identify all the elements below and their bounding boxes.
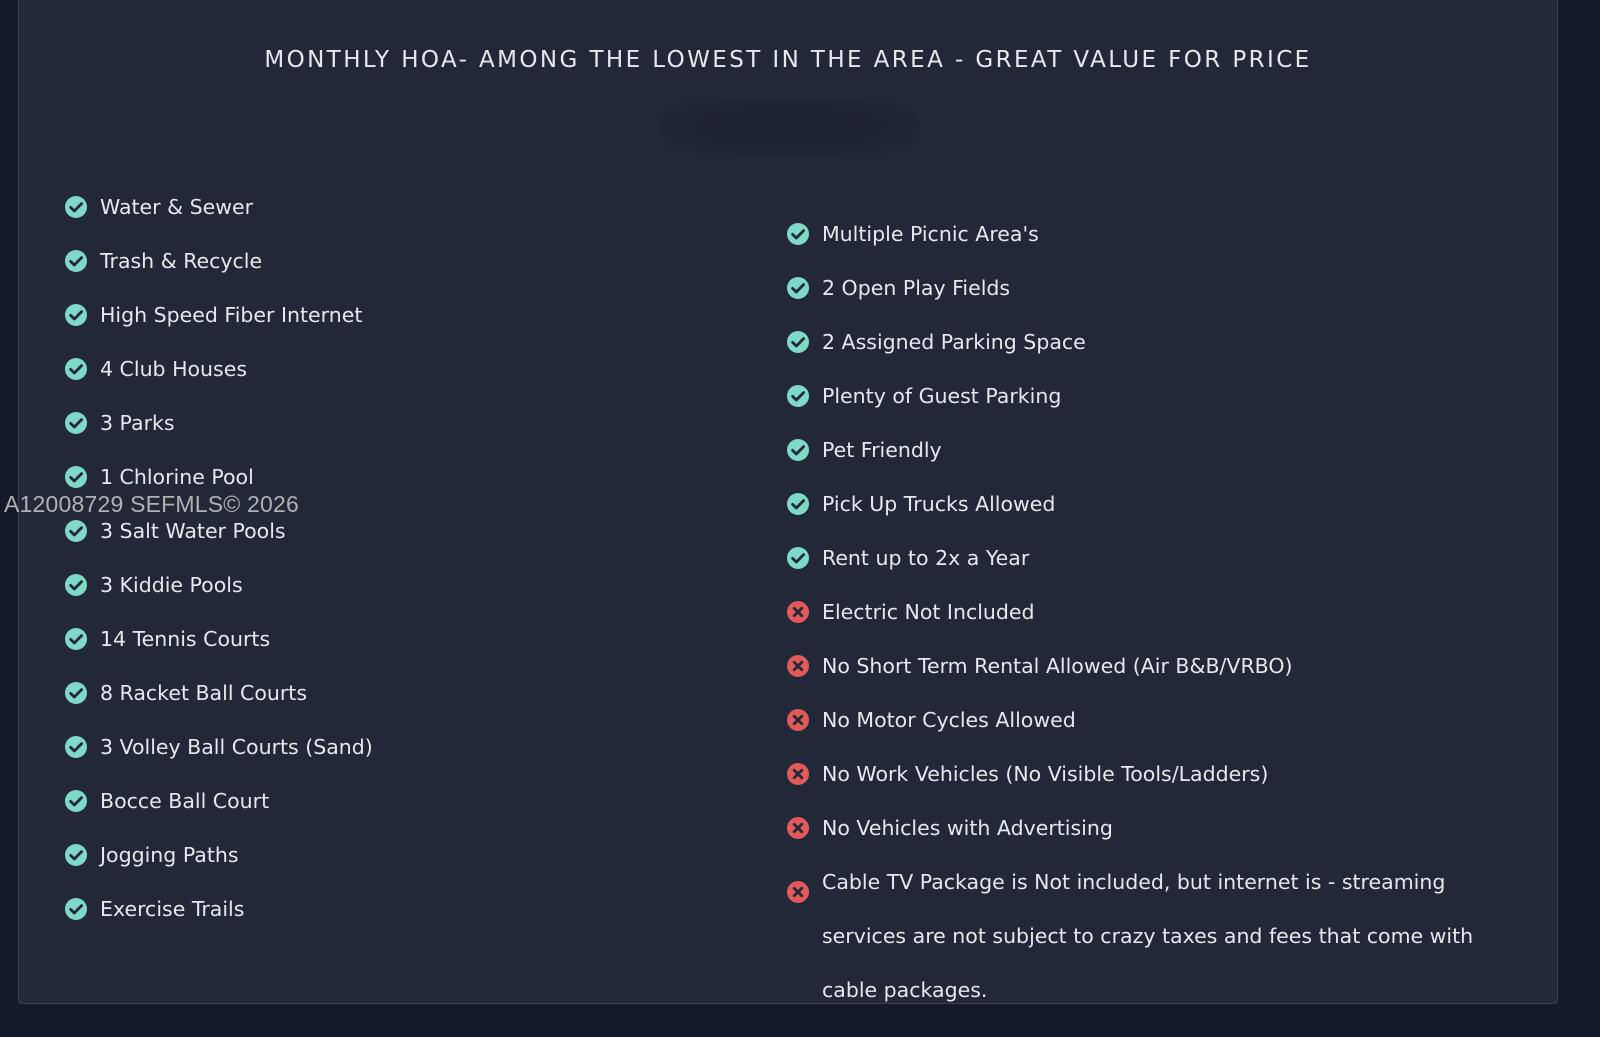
list-item-label: 8 Racket Ball Courts: [100, 681, 308, 705]
list-item: Cable TV Package is Not included, but in…: [786, 855, 1482, 1017]
list-item: Plenty of Guest Parking: [786, 381, 1482, 435]
check-circle-icon: [64, 411, 88, 435]
check-circle-icon: [64, 249, 88, 273]
list-item-label: Pet Friendly: [822, 438, 942, 462]
list-item-label: No Vehicles with Advertising: [822, 816, 1113, 840]
list-item: 3 Salt Water Pools: [64, 516, 373, 570]
list-item: 3 Parks: [64, 408, 373, 462]
list-item: Trash & Recycle: [64, 246, 373, 300]
check-circle-icon: [786, 276, 810, 300]
list-item-label: Rent up to 2x a Year: [822, 546, 1030, 570]
check-circle-icon: [64, 357, 88, 381]
list-item: No Work Vehicles (No Visible Tools/Ladde…: [786, 759, 1482, 813]
check-circle-icon: [64, 519, 88, 543]
list-item-label: 14 Tennis Courts: [100, 627, 271, 651]
check-circle-icon: [64, 303, 88, 327]
list-item-label: 3 Salt Water Pools: [100, 519, 286, 543]
check-circle-icon: [64, 681, 88, 705]
x-circle-icon: [786, 870, 810, 903]
list-item: 2 Assigned Parking Space: [786, 327, 1482, 381]
list-item-label: Water & Sewer: [100, 195, 254, 219]
x-circle-icon: [786, 654, 810, 678]
list-item-label: 3 Parks: [100, 411, 175, 435]
list-item: No Motor Cycles Allowed: [786, 705, 1482, 759]
check-circle-icon: [64, 843, 88, 867]
list-item-label: 4 Club Houses: [100, 357, 248, 381]
list-item: Exercise Trails: [64, 894, 373, 948]
check-circle-icon: [64, 897, 88, 921]
check-circle-icon: [786, 438, 810, 462]
check-circle-icon: [786, 546, 810, 570]
list-item-label: Pick Up Trucks Allowed: [822, 492, 1056, 516]
list-item-label: Exercise Trails: [100, 897, 245, 921]
check-circle-icon: [64, 465, 88, 489]
list-item: 14 Tennis Courts: [64, 624, 373, 678]
list-item-label: No Work Vehicles (No Visible Tools/Ladde…: [822, 762, 1269, 786]
list-item-label: Multiple Picnic Area's: [822, 222, 1039, 246]
list-item-label: High Speed Fiber Internet: [100, 303, 363, 327]
check-circle-icon: [64, 735, 88, 759]
x-circle-icon: [786, 762, 810, 786]
blurred-badge: [659, 99, 919, 155]
check-circle-icon: [786, 330, 810, 354]
list-item: 4 Club Houses: [64, 354, 373, 408]
check-circle-icon: [786, 384, 810, 408]
list-item: High Speed Fiber Internet: [64, 300, 373, 354]
list-item-label: 3 Volley Ball Courts (Sand): [100, 735, 373, 759]
check-circle-icon: [786, 492, 810, 516]
list-item: Electric Not Included: [786, 597, 1482, 651]
list-item: 2 Open Play Fields: [786, 273, 1482, 327]
list-item-label: No Short Term Rental Allowed (Air B&B/VR…: [822, 654, 1293, 678]
x-circle-icon: [786, 816, 810, 840]
x-circle-icon: [786, 600, 810, 624]
check-circle-icon: [64, 573, 88, 597]
list-item: No Short Term Rental Allowed (Air B&B/VR…: [786, 651, 1482, 705]
check-circle-icon: [786, 222, 810, 246]
list-item: 3 Volley Ball Courts (Sand): [64, 732, 373, 786]
check-circle-icon: [64, 195, 88, 219]
amenities-list-right: Multiple Picnic Area's 2 Open Play Fields…: [786, 219, 1482, 1017]
list-item-label: 2 Open Play Fields: [822, 276, 1011, 300]
list-item-label: Bocce Ball Court: [100, 789, 270, 813]
list-item: 8 Racket Ball Courts: [64, 678, 373, 732]
list-item: Bocce Ball Court: [64, 786, 373, 840]
list-item: Multiple Picnic Area's: [786, 219, 1482, 273]
list-item: Rent up to 2x a Year: [786, 543, 1482, 597]
list-item: 3 Kiddie Pools: [64, 570, 373, 624]
included-amenities-list-left: Water & Sewer Trash & Recycle High Speed F…: [64, 192, 373, 948]
check-circle-icon: [64, 627, 88, 651]
list-item-label: 3 Kiddie Pools: [100, 573, 243, 597]
list-item: Pick Up Trucks Allowed: [786, 489, 1482, 543]
list-item-label: Cable TV Package is Not included, but in…: [822, 870, 1474, 1002]
list-item-label: Plenty of Guest Parking: [822, 384, 1062, 408]
check-circle-icon: [64, 789, 88, 813]
list-item: Water & Sewer: [64, 192, 373, 246]
page-title: MONTHLY HOA- AMONG THE LOWEST IN THE ARE…: [264, 47, 1312, 73]
list-item-label: No Motor Cycles Allowed: [822, 708, 1076, 732]
x-circle-icon: [786, 708, 810, 732]
list-item-label: Electric Not Included: [822, 600, 1035, 624]
list-item-label: 2 Assigned Parking Space: [822, 330, 1086, 354]
list-item-label: Trash & Recycle: [100, 249, 263, 273]
list-item: Pet Friendly: [786, 435, 1482, 489]
list-item: Jogging Paths: [64, 840, 373, 894]
list-item-label: Jogging Paths: [100, 843, 239, 867]
mls-watermark: A12008729 SEFMLS© 2026: [4, 491, 299, 517]
list-item-label: 1 Chlorine Pool: [100, 465, 254, 489]
